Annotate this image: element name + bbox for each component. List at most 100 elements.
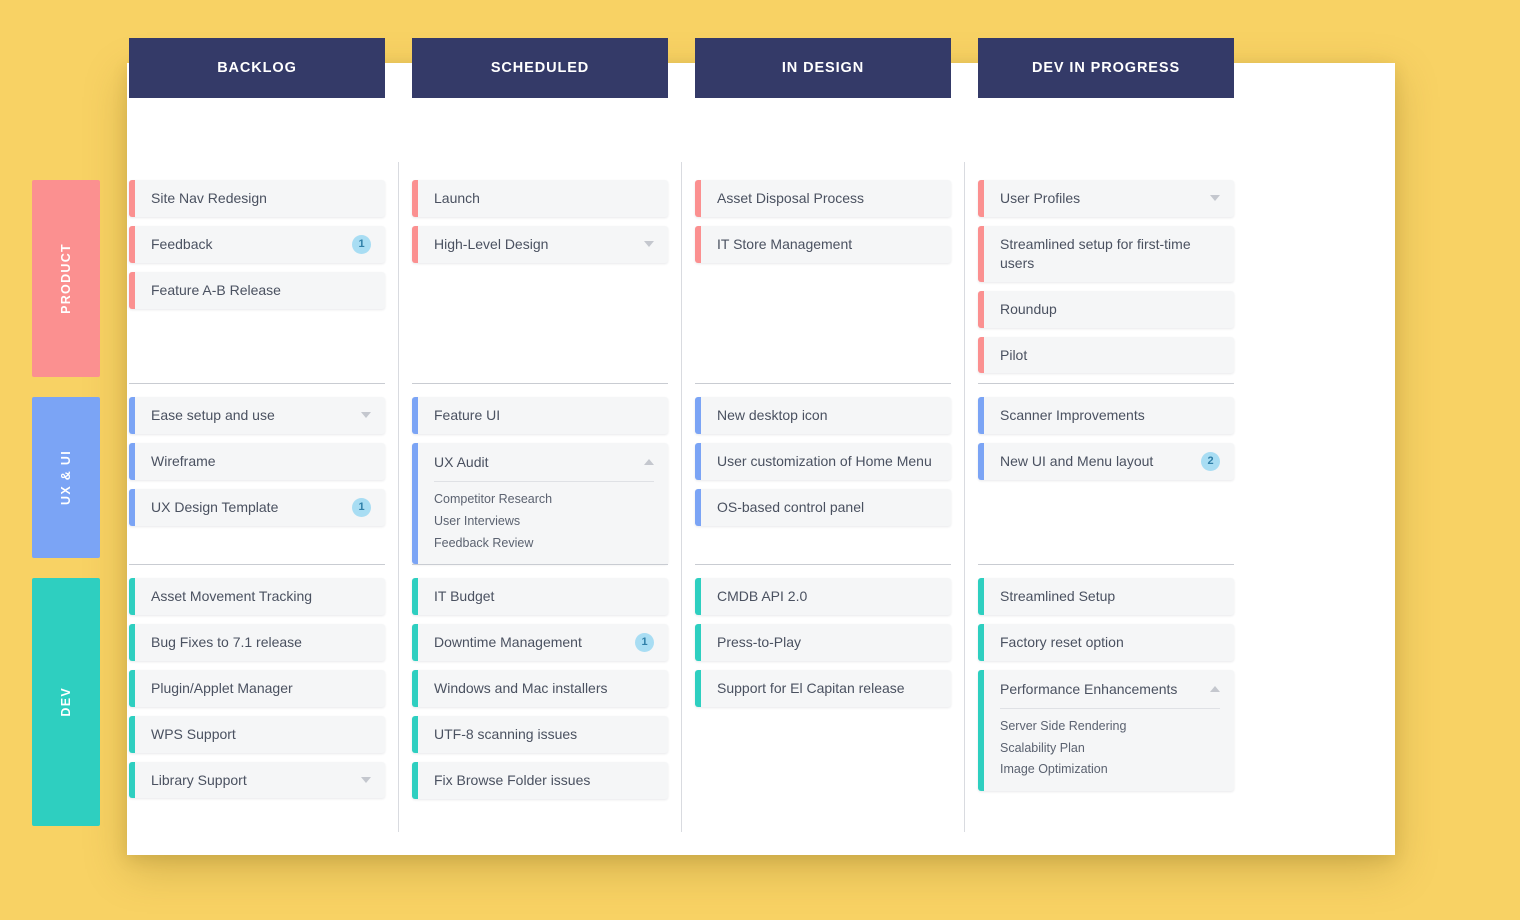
kanban-card[interactable]: OS-based control panel (695, 488, 951, 526)
card-color-bar (412, 761, 418, 799)
card-title: Press-to-Play (717, 633, 802, 650)
kanban-card[interactable]: WPS Support (129, 715, 385, 753)
card-title: Asset Disposal Process (717, 190, 865, 206)
kanban-card[interactable]: Plugin/Applet Manager (129, 669, 385, 707)
card-color-bar (129, 761, 135, 799)
column-header-scheduled[interactable]: SCHEDULED (412, 38, 668, 98)
card-color-bar (978, 397, 984, 434)
kanban-card[interactable]: New desktop icon (695, 397, 951, 434)
card-title: User customization of Home Menu (717, 452, 932, 469)
chevron-up-icon[interactable] (1210, 686, 1220, 693)
swimlane-columns: Site Nav Redesign Feedback 1 Feature A-B Re… (129, 162, 1239, 383)
card-header[interactable]: UX Audit (412, 443, 668, 481)
kanban-card[interactable]: High-Level Design (412, 225, 668, 263)
column-header-in-design[interactable]: IN DESIGN (695, 38, 951, 98)
kanban-card[interactable]: User customization of Home Menu (695, 442, 951, 480)
kanban-card[interactable]: Streamlined Setup (978, 578, 1234, 615)
card-header[interactable]: Performance Enhancements (978, 670, 1234, 708)
card-color-bar (695, 397, 701, 434)
lane-cell-2-3: Streamlined Setup Factory reset option Per… (964, 560, 1261, 832)
kanban-card[interactable]: UTF-8 scanning issues (412, 715, 668, 753)
card-title: Site Nav Redesign (151, 190, 267, 206)
lane-cell-1-3: Scanner Improvements New UI and Menu layo… (964, 379, 1261, 564)
card-subitem[interactable]: Scalability Plan (1000, 738, 1220, 760)
kanban-card[interactable]: New UI and Menu layout 2 (978, 442, 1234, 480)
chevron-down-icon[interactable] (361, 777, 371, 783)
swimlane-label-0[interactable]: PRODUCT (32, 180, 100, 377)
kanban-card[interactable]: UX Design Template 1 (129, 488, 385, 526)
column-header-backlog[interactable]: BACKLOG (129, 38, 385, 98)
card-color-bar (412, 397, 418, 434)
chevron-down-icon[interactable] (1210, 195, 1220, 202)
card-color-bar (412, 180, 418, 217)
card-subitem[interactable]: User Interviews (434, 511, 654, 533)
chevron-up-icon[interactable] (644, 459, 654, 466)
lane-cell-1-2: New desktop icon User customization of Ho… (681, 379, 978, 564)
kanban-card[interactable]: Asset Disposal Process (695, 180, 951, 217)
kanban-card[interactable]: Bug Fixes to 7.1 release (129, 623, 385, 661)
card-color-bar (695, 180, 701, 217)
card-count-badge: 1 (635, 632, 654, 652)
card-color-bar (412, 715, 418, 753)
chevron-down-icon[interactable] (361, 412, 371, 419)
card-title: CMDB API 2.0 (717, 588, 808, 604)
kanban-card[interactable]: Scanner Improvements (978, 397, 1234, 434)
card-color-bar (695, 225, 701, 263)
kanban-card[interactable]: User Profiles (978, 180, 1234, 217)
card-subitem[interactable]: Feedback Review (434, 533, 654, 555)
kanban-card[interactable]: Roundup (978, 290, 1234, 328)
kanban-card[interactable]: IT Budget (412, 578, 668, 615)
card-color-bar (978, 225, 984, 282)
card-title: Asset Movement Tracking (151, 588, 313, 604)
column-header-dev-in-progress[interactable]: DEV IN PROGRESS (978, 38, 1234, 98)
column-header-row: BACKLOG SCHEDULED IN DESIGN DEV IN PROGRESS (129, 38, 1239, 98)
kanban-card[interactable]: Press-to-Play (695, 623, 951, 661)
kanban-card[interactable]: Factory reset option (978, 623, 1234, 661)
kanban-card[interactable]: Support for El Capitan release (695, 669, 951, 707)
card-title: Factory reset option (1000, 633, 1124, 650)
card-count-badge: 2 (1201, 451, 1220, 471)
card-title: UX Design Template (151, 498, 279, 515)
card-title: High-Level Design (434, 235, 549, 252)
card-title: OS-based control panel (717, 498, 865, 515)
kanban-card[interactable]: Pilot (978, 336, 1234, 374)
card-subitem[interactable]: Image Optimization (1000, 759, 1220, 781)
kanban-card[interactable]: IT Store Management (695, 225, 951, 263)
card-subitem-list: Server Side Rendering Scalability Plan Ima… (978, 709, 1234, 782)
card-title: Support for El Capitan release (717, 679, 905, 696)
kanban-card[interactable]: Site Nav Redesign (129, 180, 385, 217)
card-title: New UI and Menu layout (1000, 452, 1154, 469)
card-color-bar (129, 669, 135, 707)
kanban-card[interactable]: UX Audit Competitor Research User Intervie… (412, 442, 668, 565)
kanban-card[interactable]: Fix Browse Folder issues (412, 761, 668, 799)
card-color-bar (412, 578, 418, 615)
kanban-card[interactable]: Asset Movement Tracking (129, 578, 385, 615)
kanban-card[interactable]: Library Support (129, 761, 385, 799)
kanban-card[interactable]: Windows and Mac installers (412, 669, 668, 707)
kanban-card[interactable]: CMDB API 2.0 (695, 578, 951, 615)
swimlane-label-2[interactable]: DEV (32, 578, 100, 826)
swimlane-label-text: DEV (59, 687, 73, 717)
chevron-down-icon[interactable] (644, 241, 654, 248)
kanban-card[interactable]: Feature A-B Release (129, 271, 385, 309)
swimlane-columns: Asset Movement Tracking Bug Fixes to 7.1 … (129, 560, 1239, 832)
card-color-bar (129, 578, 135, 615)
kanban-card[interactable]: Feature UI (412, 397, 668, 434)
kanban-card[interactable]: Wireframe (129, 442, 385, 480)
card-color-bar (412, 442, 418, 565)
kanban-card[interactable]: Ease setup and use (129, 397, 385, 434)
kanban-card[interactable]: Feedback 1 (129, 225, 385, 263)
card-count-badge: 1 (352, 497, 371, 517)
swimlane-label-1[interactable]: UX & UI (32, 397, 100, 558)
lane-cell-0-1: Launch High-Level Design (398, 162, 695, 383)
kanban-card[interactable]: Streamlined setup for first-time users (978, 225, 1234, 282)
card-subitem[interactable]: Server Side Rendering (1000, 716, 1220, 738)
swimlane-columns: Ease setup and use Wireframe UX Design Tem… (129, 379, 1239, 565)
card-title: Windows and Mac installers (434, 679, 608, 696)
kanban-card[interactable]: Downtime Management 1 (412, 623, 668, 661)
lane-cell-0-2: Asset Disposal Process IT Store Managemen… (681, 162, 978, 383)
kanban-card[interactable]: Performance Enhancements Server Side Rend… (978, 669, 1234, 792)
kanban-card[interactable]: Launch (412, 180, 668, 217)
lane-cell-2-1: IT Budget Downtime Management 1 Windows and… (398, 560, 695, 832)
card-subitem[interactable]: Competitor Research (434, 489, 654, 511)
